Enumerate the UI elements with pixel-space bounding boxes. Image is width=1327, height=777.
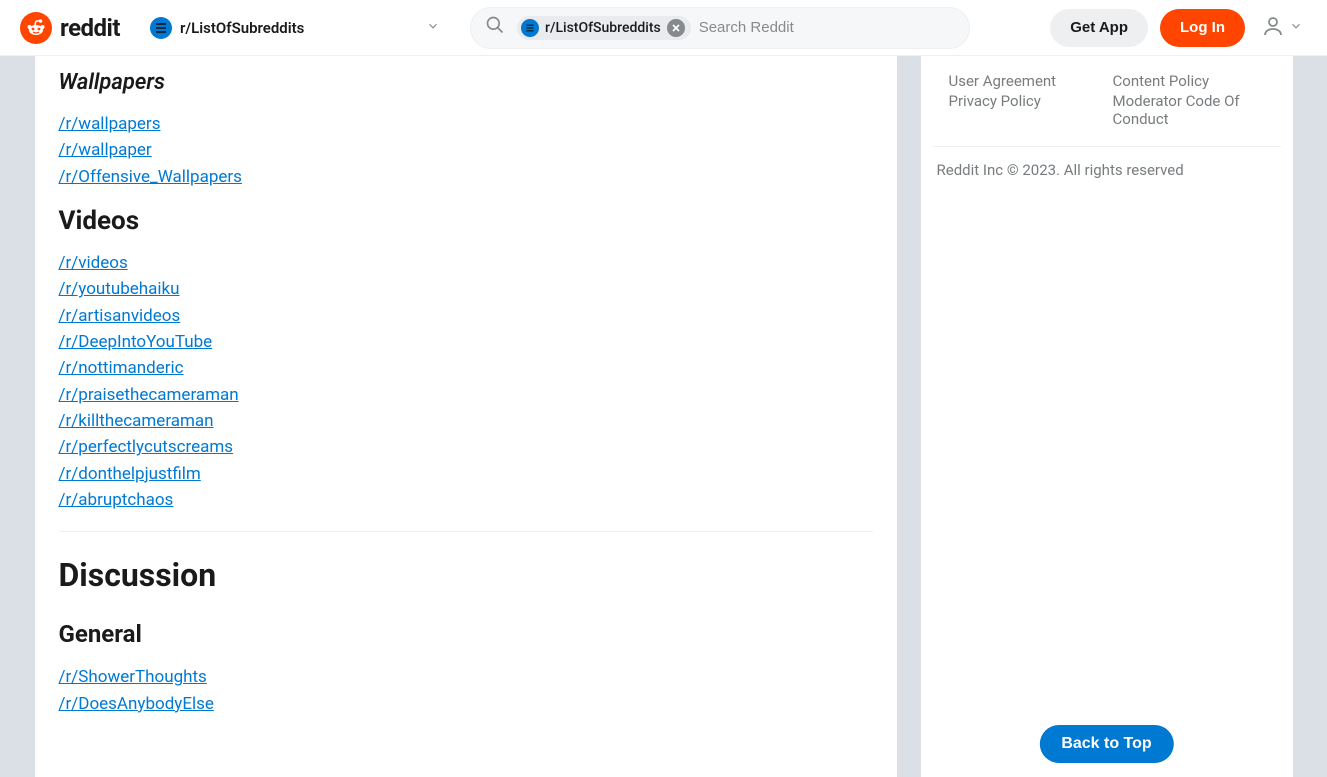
subreddit-selector[interactable]: r/ListOfSubreddits [140, 10, 450, 46]
post-content: Wallpapers /r/wallpapers/r/wallpaper/r/O… [35, 56, 897, 777]
divider [59, 531, 873, 532]
subreddit-icon [150, 17, 172, 39]
general-heading: General [59, 620, 873, 648]
footer-link-moderator-code[interactable]: Moderator Code Of Conduct [1113, 92, 1265, 128]
subreddit-link[interactable]: /r/videos [59, 250, 128, 276]
top-header: reddit r/ListOfSubreddits r/ListOfSubred… [0, 0, 1327, 56]
subreddit-link[interactable]: /r/wallpapers [59, 111, 161, 137]
subreddit-link[interactable]: /r/artisanvideos [59, 303, 181, 329]
footer-link-privacy-policy[interactable]: Privacy Policy [949, 92, 1101, 110]
subreddit-link[interactable]: /r/nottimanderic [59, 355, 184, 381]
get-app-button[interactable]: Get App [1050, 9, 1148, 47]
subreddit-link[interactable]: /r/praisethecameraman [59, 382, 239, 408]
main-layout: Wallpapers /r/wallpapers/r/wallpaper/r/O… [0, 56, 1327, 777]
subreddit-name: r/ListOfSubreddits [180, 19, 304, 37]
footer-link-user-agreement[interactable]: User Agreement [949, 72, 1101, 90]
footer-link-content-policy[interactable]: Content Policy [1113, 72, 1265, 90]
subreddit-link[interactable]: /r/ShowerThoughts [59, 664, 207, 690]
search-bar[interactable]: r/ListOfSubreddits [470, 7, 970, 49]
login-button[interactable]: Log In [1160, 9, 1245, 47]
subreddit-link[interactable]: /r/youtubehaiku [59, 276, 180, 302]
search-input[interactable] [699, 19, 959, 36]
user-menu[interactable] [1257, 10, 1307, 46]
footer-links: User Agreement Privacy Policy Content Po… [933, 68, 1281, 147]
reddit-logo-text: reddit [60, 14, 120, 42]
search-icon [485, 15, 505, 40]
subreddit-link[interactable]: /r/abruptchaos [59, 487, 174, 513]
search-scope-chip[interactable]: r/ListOfSubreddits [517, 16, 691, 40]
chevron-down-icon [1289, 18, 1303, 37]
chevron-down-icon [426, 19, 440, 37]
sidebar: User Agreement Privacy Policy Content Po… [921, 56, 1293, 777]
subreddit-link[interactable]: /r/DeepIntoYouTube [59, 329, 213, 355]
reddit-logo[interactable]: reddit [20, 12, 120, 44]
user-icon [1261, 14, 1285, 42]
wallpapers-heading: Wallpapers [59, 70, 873, 95]
back-to-top-button[interactable]: Back to Top [1039, 725, 1173, 763]
discussion-heading: Discussion [59, 556, 873, 594]
videos-heading: Videos [59, 206, 873, 236]
subreddit-link[interactable]: /r/perfectlycutscreams [59, 434, 234, 460]
subreddit-link[interactable]: /r/donthelpjustfilm [59, 461, 201, 487]
copyright: Reddit Inc © 2023. All rights reserved [933, 147, 1281, 193]
subreddit-link[interactable]: /r/Offensive_Wallpapers [59, 164, 242, 190]
chip-subreddit-icon [521, 19, 539, 37]
chip-clear-icon[interactable] [667, 19, 685, 37]
subreddit-link[interactable]: /r/killthecameraman [59, 408, 214, 434]
chip-label: r/ListOfSubreddits [545, 20, 661, 36]
subreddit-link[interactable]: /r/wallpaper [59, 137, 152, 163]
reddit-logo-icon [20, 12, 52, 44]
subreddit-link[interactable]: /r/DoesAnybodyElse [59, 691, 214, 717]
